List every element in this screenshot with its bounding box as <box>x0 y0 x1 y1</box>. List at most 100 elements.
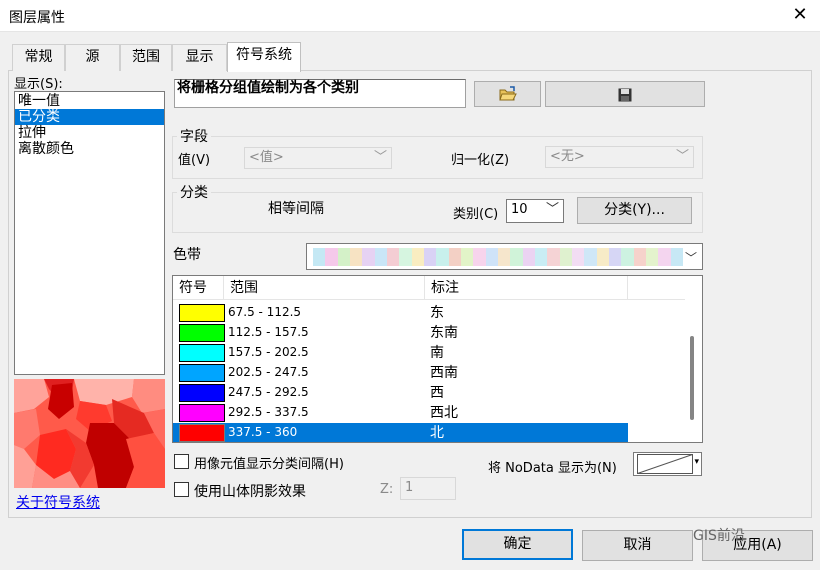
color-ramp-cell <box>313 248 326 266</box>
z-label: Z: <box>380 482 394 497</box>
color-ramp-cell <box>337 248 350 266</box>
label-cell[interactable]: 南 <box>430 343 444 363</box>
nodata-color-picker[interactable]: ▾ <box>633 452 702 476</box>
color-ramp-cell <box>386 248 400 266</box>
about-symbology-link[interactable]: 关于符号系统 <box>16 492 100 512</box>
column-header-range[interactable]: 范围 <box>224 276 425 300</box>
color-ramp-cell <box>547 248 560 266</box>
label-cell[interactable]: 西北 <box>430 403 458 423</box>
class-table[interactable]: 符号 范围 标注 67.5 - 112.5 东 112.5 - 157.5 东南 157… <box>172 275 703 443</box>
classify-button[interactable]: 分类(Y)... <box>577 197 692 224</box>
open-folder-button[interactable] <box>474 81 541 107</box>
pixel-interval-checkbox[interactable] <box>174 454 189 469</box>
list-item-discrete-color[interactable]: 离散颜色 <box>15 141 164 157</box>
dropdown-arrow-icon: ▾ <box>694 457 699 467</box>
tab-extent[interactable]: 范围 <box>120 44 172 71</box>
list-item-classified[interactable]: 已分类 <box>15 109 164 125</box>
color-ramp-cell <box>534 248 548 266</box>
scrollbar-thumb[interactable] <box>690 336 694 420</box>
label-cell[interactable]: 东南 <box>430 323 458 343</box>
tab-source[interactable]: 源 <box>65 44 120 71</box>
z-input[interactable]: 1 <box>400 477 456 500</box>
symbol-swatch[interactable] <box>179 384 225 402</box>
color-ramp-cell <box>485 248 498 266</box>
value-combo[interactable]: <值> ﹀ <box>244 147 392 169</box>
range-cell: 247.5 - 292.5 <box>228 385 309 399</box>
symbol-swatch[interactable] <box>179 304 225 322</box>
symbol-swatch[interactable] <box>179 324 225 342</box>
color-ramp-cell <box>325 248 338 266</box>
chevron-down-icon: ﹀ <box>684 251 697 265</box>
list-item-stretch[interactable]: 拉伸 <box>15 125 164 141</box>
column-header-symbol[interactable]: 符号 <box>173 276 224 300</box>
color-ramp-cell <box>473 248 486 266</box>
classes-combo-text: 10 <box>511 202 528 217</box>
color-ramp-cell <box>460 248 474 266</box>
range-cell: 157.5 - 202.5 <box>228 345 309 359</box>
tab-general[interactable]: 常规 <box>12 44 65 71</box>
color-ramp-combo[interactable]: ﹀ <box>306 243 703 270</box>
table-row[interactable]: 67.5 - 112.5 东 <box>173 303 628 323</box>
color-ramp-cell <box>399 248 412 266</box>
table-row[interactable]: 112.5 - 157.5 东南 <box>173 323 628 343</box>
ok-button[interactable]: 确定 <box>462 529 573 560</box>
watermark-text: GIS前沿 <box>693 528 745 544</box>
range-cell: 292.5 - 337.5 <box>228 405 309 419</box>
column-header-label[interactable]: 标注 <box>425 276 628 300</box>
color-ramp-cell <box>411 248 424 266</box>
color-ramp-cell <box>374 248 387 266</box>
color-ramp-cell <box>670 248 683 266</box>
symbol-swatch[interactable] <box>179 344 225 362</box>
field-group-legend: 字段 <box>177 126 211 146</box>
color-ramp-cell <box>596 248 609 266</box>
color-ramp-cell <box>362 248 375 266</box>
range-cell: 202.5 - 247.5 <box>228 365 309 379</box>
symbol-swatch[interactable] <box>179 404 225 422</box>
classification-group-legend: 分类 <box>177 182 211 202</box>
symbol-swatch[interactable] <box>179 424 225 442</box>
classes-label: 类别(C) <box>453 207 499 222</box>
classification-method: 相等间隔 <box>268 201 324 217</box>
range-cell: 67.5 - 112.5 <box>228 305 302 319</box>
pixel-interval-label: 用像元值显示分类间隔(H) <box>194 457 344 472</box>
value-label: 值(V) <box>178 153 211 168</box>
table-row[interactable]: 202.5 - 247.5 西南 <box>173 363 628 383</box>
tab-symbology[interactable]: 符号系统 <box>227 42 301 72</box>
list-item-unique-values[interactable]: 唯一值 <box>15 93 164 109</box>
color-ramp-cell <box>559 248 572 266</box>
save-button[interactable] <box>545 81 705 107</box>
renderer-list[interactable]: 唯一值 已分类 拉伸 离散颜色 <box>14 91 165 375</box>
table-row[interactable]: 292.5 - 337.5 西北 <box>173 403 628 423</box>
tab-display[interactable]: 显示 <box>172 44 227 71</box>
classes-combo[interactable]: 10 ﹀ <box>506 199 564 223</box>
close-icon[interactable]: ✕ <box>788 2 812 28</box>
cancel-button[interactable]: 取消 <box>582 530 693 561</box>
color-ramp-swatch <box>313 248 683 266</box>
chevron-down-icon: ﹀ <box>545 202 559 217</box>
color-ramp-cell <box>423 248 437 266</box>
nodata-label: 将 NoData 显示为(N) <box>488 461 617 476</box>
value-combo-text: <值> <box>249 150 284 165</box>
label-cell[interactable]: 北 <box>430 423 444 442</box>
table-row[interactable]: 337.5 - 360 北 <box>173 423 628 442</box>
table-row[interactable]: 157.5 - 202.5 南 <box>173 343 628 363</box>
window-title: 图层属性 <box>9 10 65 26</box>
show-label: 显示(S): <box>14 77 63 92</box>
chevron-down-icon: ﹀ <box>675 149 689 164</box>
no-color-icon <box>637 454 693 474</box>
range-cell: 337.5 - 360 <box>228 425 298 439</box>
table-scrollbar[interactable] <box>685 276 702 442</box>
color-ramp-cell <box>349 248 363 266</box>
hillshade-checkbox[interactable] <box>174 482 189 497</box>
label-cell[interactable]: 西南 <box>430 363 458 383</box>
range-cell: 112.5 - 157.5 <box>228 325 309 339</box>
normalize-label: 归一化(Z) <box>451 153 510 168</box>
table-row[interactable]: 247.5 - 292.5 西 <box>173 383 628 403</box>
symbol-swatch[interactable] <box>179 364 225 382</box>
symbology-preview-image <box>14 379 165 488</box>
color-ramp-cell <box>510 248 523 266</box>
label-cell[interactable]: 东 <box>430 303 444 323</box>
label-cell[interactable]: 西 <box>430 383 444 403</box>
open-folder-icon <box>498 86 517 101</box>
normalize-combo[interactable]: <无> ﹀ <box>545 146 694 168</box>
